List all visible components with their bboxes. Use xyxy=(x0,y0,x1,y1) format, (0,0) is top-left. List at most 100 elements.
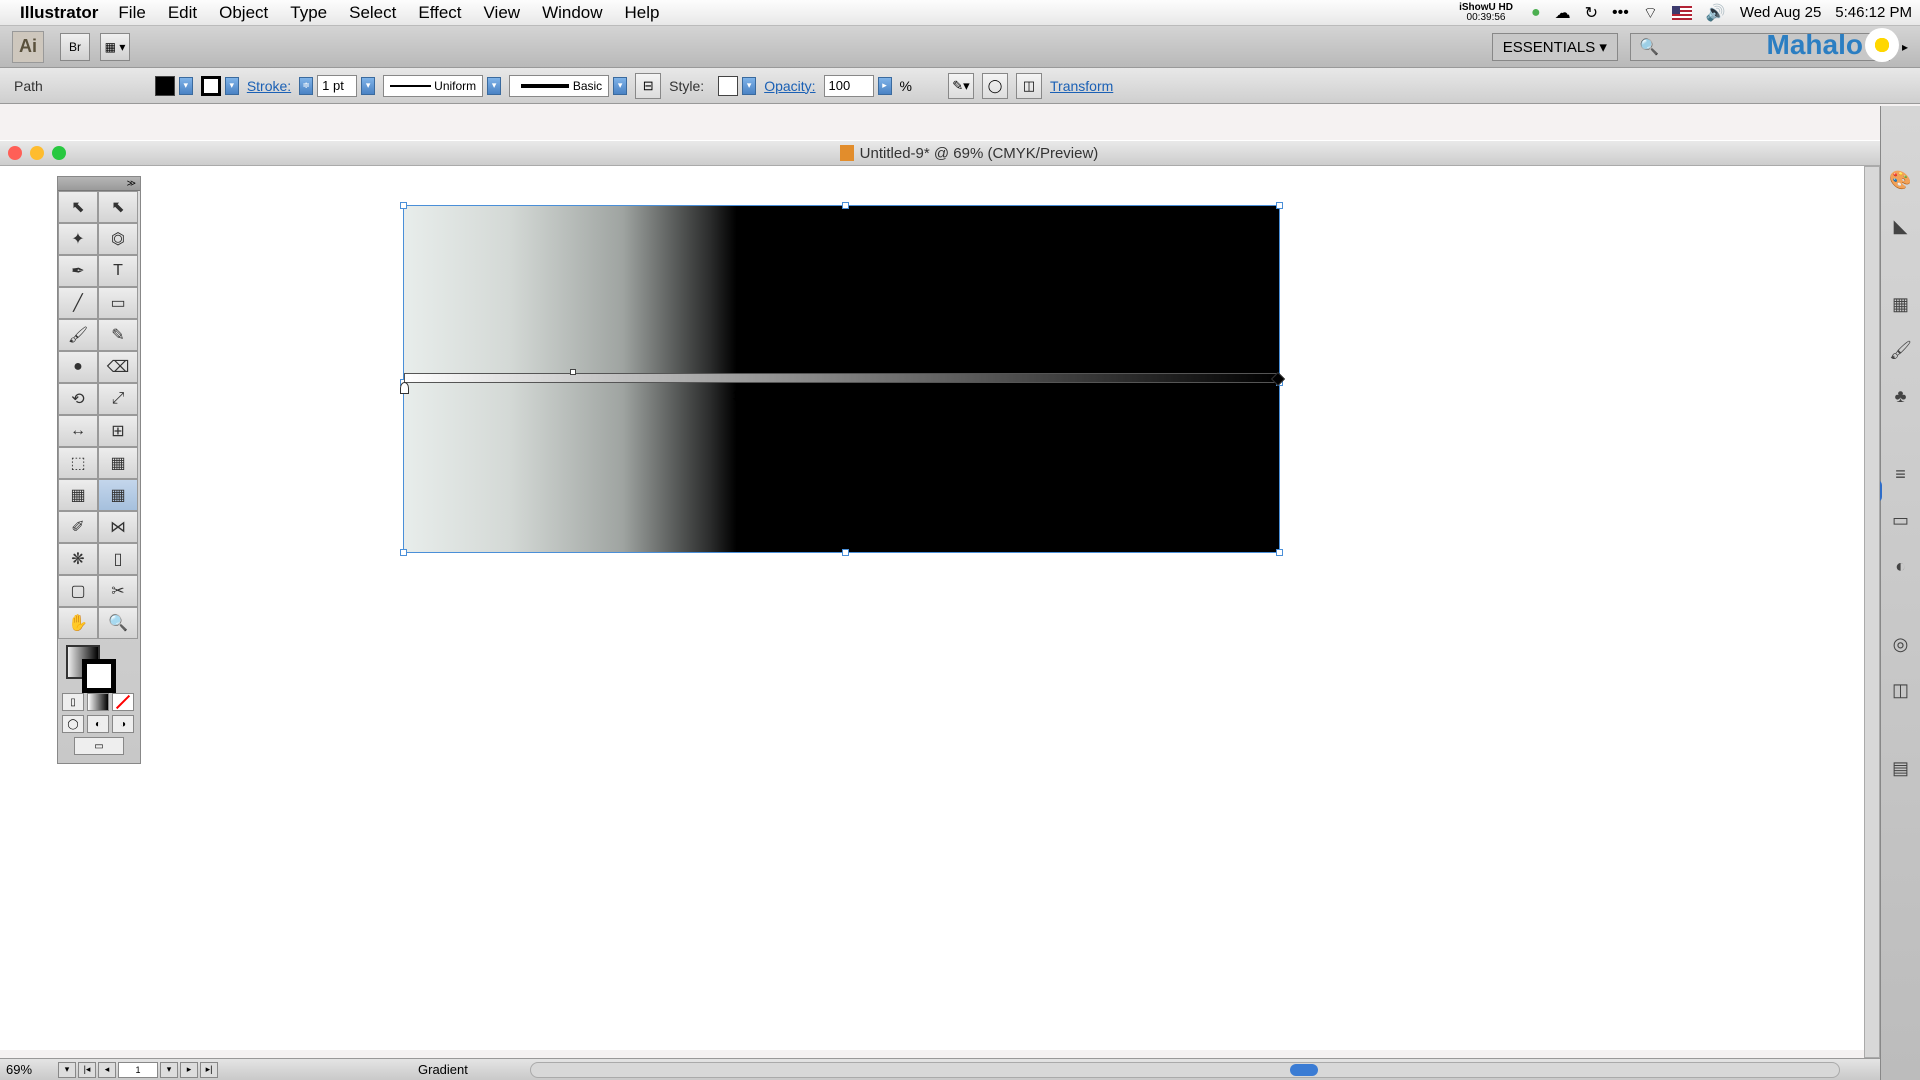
mesh-tool[interactable]: ▦ xyxy=(58,479,98,511)
gradient-bar[interactable] xyxy=(404,373,1279,383)
gradient-midpoint[interactable] xyxy=(570,369,576,375)
eraser-tool[interactable]: ⌫ xyxy=(98,351,138,383)
gradient-stop-start[interactable] xyxy=(400,382,409,394)
prev-artboard-button[interactable]: ◂ xyxy=(98,1062,116,1078)
menu-view[interactable]: View xyxy=(484,3,521,23)
selection-handle[interactable] xyxy=(1276,549,1283,556)
gradient-annotator[interactable]: ⬍ xyxy=(404,373,1279,385)
stroke-indicator[interactable] xyxy=(82,659,116,693)
layers-panel-icon[interactable]: ▤ xyxy=(1887,754,1915,782)
selection-handle[interactable] xyxy=(842,549,849,556)
draw-normal-button[interactable]: ◯ xyxy=(62,715,84,733)
first-artboard-button[interactable]: |◂ xyxy=(78,1062,96,1078)
menu-object[interactable]: Object xyxy=(219,3,268,23)
fill-swatch[interactable]: ▾ xyxy=(155,76,193,96)
screen-mode-button[interactable]: ▭ xyxy=(74,737,124,755)
menu-date[interactable]: Wed Aug 25 xyxy=(1740,4,1821,21)
symbols-panel-icon[interactable]: ♣ xyxy=(1887,382,1915,410)
app-name-menu[interactable]: Illustrator xyxy=(20,3,98,23)
zoom-dropdown[interactable]: ▾ xyxy=(58,1062,76,1078)
panel-collapse-icon[interactable]: ▸ xyxy=(1902,40,1908,54)
graph-tool[interactable]: ▯ xyxy=(98,543,138,575)
bridge-button[interactable]: Br xyxy=(60,33,90,61)
color-guide-panel-icon[interactable]: ◣ xyxy=(1887,212,1915,240)
color-panel-icon[interactable]: 🎨 xyxy=(1887,166,1915,194)
gradient-panel-icon[interactable]: ▭ xyxy=(1887,506,1915,534)
symbol-sprayer-tool[interactable]: ❋ xyxy=(58,543,98,575)
zoom-icon[interactable] xyxy=(52,146,66,160)
search-input[interactable]: 🔍 Mahalo xyxy=(1630,33,1890,61)
rotate-tool[interactable]: ⟲ xyxy=(58,383,98,415)
zoom-tool[interactable]: 🔍 xyxy=(98,607,138,639)
selection-handle[interactable] xyxy=(1276,202,1283,209)
menu-file[interactable]: File xyxy=(118,3,145,23)
sync-icon[interactable]: ↻ xyxy=(1585,3,1598,23)
selection-handle[interactable] xyxy=(842,202,849,209)
stroke-link[interactable]: Stroke: xyxy=(247,78,291,94)
artboard-tool[interactable]: ▢ xyxy=(58,575,98,607)
transform-link[interactable]: Transform xyxy=(1050,78,1113,94)
hand-tool[interactable]: ✋ xyxy=(58,607,98,639)
gradient-tool[interactable]: ▦ xyxy=(98,479,138,511)
free-transform-tool[interactable]: ⊞ xyxy=(98,415,138,447)
eyedropper-tool[interactable]: ✐ xyxy=(58,511,98,543)
fill-stroke-indicator[interactable] xyxy=(58,639,140,691)
minimize-icon[interactable] xyxy=(30,146,44,160)
artboard-dropdown[interactable]: ▾ xyxy=(160,1062,178,1078)
selected-artwork[interactable]: ⬍ xyxy=(404,206,1279,552)
stroke-swatch[interactable]: ▾ xyxy=(201,76,239,96)
recolor-button[interactable]: ✎▾ xyxy=(948,73,974,99)
perspective-tool[interactable]: ▦ xyxy=(98,447,138,479)
draw-behind-button[interactable]: ◐ xyxy=(87,715,109,733)
selection-tool[interactable]: ⬉ xyxy=(58,191,98,223)
zoom-level[interactable]: 69% xyxy=(6,1062,58,1077)
horizontal-scrollbar[interactable] xyxy=(530,1062,1840,1078)
cloud-icon[interactable]: ☁ xyxy=(1555,3,1571,23)
lasso-tool[interactable]: ⏣ xyxy=(98,223,138,255)
direct-selection-tool[interactable]: ⬉ xyxy=(98,191,138,223)
scale-tool[interactable]: ⤢ xyxy=(98,383,138,415)
slice-tool[interactable]: ✂ xyxy=(98,575,138,607)
stroke-panel-icon[interactable]: ≡ xyxy=(1887,460,1915,488)
magic-wand-tool[interactable]: ✦ xyxy=(58,223,98,255)
shape-builder-tool[interactable]: ⬚ xyxy=(58,447,98,479)
brush-definition-select[interactable]: Basic▾ xyxy=(509,75,627,97)
opacity-link[interactable]: Opacity: xyxy=(764,78,815,94)
type-tool[interactable]: T xyxy=(98,255,138,287)
wifi-icon[interactable]: ⌔ xyxy=(1643,3,1658,23)
artboard-number[interactable]: 1 xyxy=(118,1062,158,1078)
pencil-tool[interactable]: ✎ xyxy=(98,319,138,351)
selection-handle[interactable] xyxy=(400,202,407,209)
graphic-style-select[interactable]: ▾ xyxy=(718,76,756,96)
volume-icon[interactable]: 🔊 xyxy=(1706,3,1726,23)
rectangle-tool[interactable]: ▭ xyxy=(98,287,138,319)
scrollbar-thumb[interactable] xyxy=(1290,1064,1318,1076)
vertical-scrollbar[interactable] xyxy=(1864,166,1880,1058)
menu-type[interactable]: Type xyxy=(290,3,327,23)
stroke-profile-select[interactable]: Uniform▾ xyxy=(383,75,501,97)
pen-tool[interactable]: ✒ xyxy=(58,255,98,287)
none-mode-button[interactable] xyxy=(112,693,134,711)
draw-inside-button[interactable]: ◑ xyxy=(112,715,134,733)
brushes-panel-icon[interactable]: 🖌 xyxy=(1887,336,1915,364)
menu-window[interactable]: Window xyxy=(542,3,602,23)
gradient-mode-button[interactable] xyxy=(87,693,109,711)
blob-brush-tool[interactable]: ● xyxy=(58,351,98,383)
last-artboard-button[interactable]: ▸| xyxy=(200,1062,218,1078)
selection-handle[interactable] xyxy=(400,549,407,556)
blend-tool[interactable]: ⋈ xyxy=(98,511,138,543)
appearance-panel-icon[interactable]: ◎ xyxy=(1887,630,1915,658)
menu-edit[interactable]: Edit xyxy=(168,3,197,23)
input-flag-icon[interactable] xyxy=(1672,6,1692,20)
line-tool[interactable]: ╱ xyxy=(58,287,98,319)
paintbrush-tool[interactable]: 🖌 xyxy=(58,319,98,351)
isolate-button[interactable]: ◫ xyxy=(1016,73,1042,99)
opacity-input[interactable]: 100▸ xyxy=(824,75,892,97)
transparency-panel-icon[interactable]: ◐ xyxy=(1887,552,1915,580)
next-artboard-button[interactable]: ▸ xyxy=(180,1062,198,1078)
menu-effect[interactable]: Effect xyxy=(418,3,461,23)
close-icon[interactable] xyxy=(8,146,22,160)
menu-extra-icon[interactable]: ••• xyxy=(1612,4,1629,22)
width-tool[interactable]: ↔ xyxy=(58,415,98,447)
stroke-weight-input[interactable]: ≑1 pt▾ xyxy=(299,75,375,97)
